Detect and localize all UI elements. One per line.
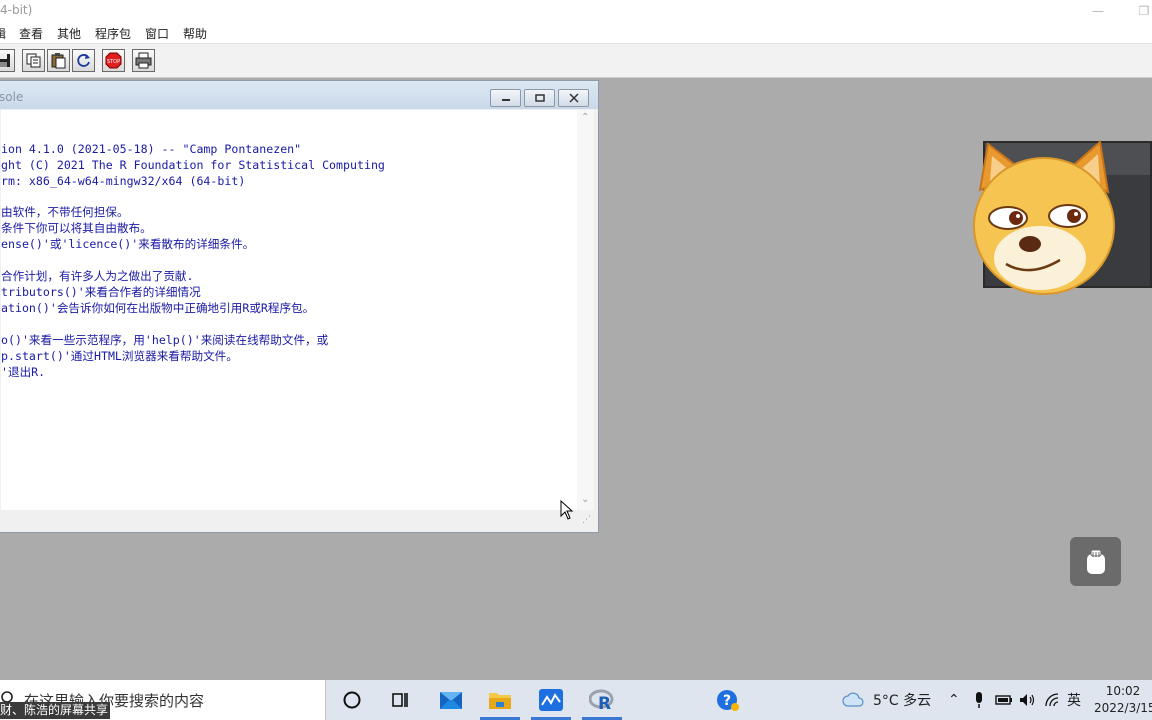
- console-close-button[interactable]: [558, 89, 589, 107]
- chart-app-icon: [539, 689, 563, 711]
- save-icon: [0, 54, 10, 67]
- console-line: o()'来看一些示范程序，用'help()'来阅读在线帮助文件，或: [1, 333, 329, 347]
- cloud-icon: [842, 692, 864, 707]
- scroll-up-icon[interactable]: ⌃: [581, 112, 589, 123]
- r-logo-icon: R: [589, 689, 614, 713]
- console-line: ght (C) 2021 The R Foundation for Statis…: [1, 158, 385, 172]
- copy-icon: [26, 53, 41, 68]
- menu-edit[interactable]: 辑: [0, 25, 6, 42]
- console-horizontal-scrollbar[interactable]: [1, 510, 594, 528]
- maximize-app-button[interactable]: ❐: [1124, 1, 1152, 21]
- weather-widget[interactable]: 5°C 多云: [842, 680, 931, 720]
- scroll-down-icon[interactable]: ⌄: [581, 494, 589, 505]
- console-line: p.start()'通过HTML浏览器来看帮助文件。: [1, 349, 238, 363]
- mouse-cursor-icon: [560, 500, 574, 520]
- save-button[interactable]: [0, 49, 15, 72]
- console-line: tributors()'来看合作者的详细情况: [1, 285, 201, 299]
- stop-button[interactable]: STOP: [102, 49, 125, 72]
- menu-view[interactable]: 查看: [19, 25, 43, 42]
- paste-button[interactable]: [47, 49, 70, 72]
- wifi-icon: [1045, 693, 1059, 707]
- refresh-button[interactable]: [72, 49, 95, 72]
- restore-icon: [534, 94, 545, 102]
- print-icon: [135, 52, 152, 69]
- refresh-icon: [77, 54, 90, 67]
- clock-date: 2022/3/15: [1094, 701, 1152, 715]
- app-title-bar: 4-bit) — ❐: [0, 0, 1152, 22]
- toolbar: STOP: [0, 44, 1152, 78]
- stop-icon: STOP: [105, 52, 122, 69]
- console-line: ion 4.1.0 (2021-05-18) -- "Camp Pontanez…: [1, 142, 302, 156]
- screen-share-label: 财、陈浩的屏幕共享: [0, 702, 111, 719]
- ime-indicator[interactable]: 英: [1067, 680, 1081, 720]
- copy-button[interactable]: [22, 49, 45, 72]
- svg-text:R: R: [598, 694, 611, 713]
- mic-tray-button[interactable]: [973, 680, 985, 720]
- tray-chevron[interactable]: ⌃: [948, 680, 960, 720]
- taskbar: 在这里输入你要搜索的内容 R ? 5°C 多云 ⌃ 英 10:02 2022/3…: [0, 680, 1152, 720]
- menu-windows[interactable]: 窗口: [145, 25, 169, 42]
- mail-app-button[interactable]: [427, 680, 475, 720]
- console-line: 由软件，不带任何担保。: [1, 205, 129, 219]
- console-maximize-button[interactable]: [524, 89, 555, 107]
- minimize-icon: [501, 99, 510, 101]
- task-view-icon: [392, 693, 408, 707]
- console-line: 条件下你可以将其自由散布。: [1, 221, 152, 235]
- close-icon: [568, 93, 579, 103]
- print-button[interactable]: [132, 49, 155, 72]
- console-line: '退出R.: [1, 365, 46, 379]
- svg-text:?: ?: [723, 693, 731, 709]
- file-explorer-button[interactable]: [476, 680, 524, 720]
- minimize-app-button[interactable]: —: [1078, 1, 1118, 21]
- app-title: 4-bit): [0, 3, 33, 17]
- menu-packages[interactable]: 程序包: [95, 25, 131, 42]
- doge-mascot-icon[interactable]: [966, 138, 1118, 298]
- paste-icon: [51, 53, 66, 69]
- console-output[interactable]: ion 4.1.0 (2021-05-18) -- "Camp Pontanez…: [1, 110, 577, 510]
- weather-text: 5°C 多云: [873, 693, 932, 709]
- console-vertical-scrollbar[interactable]: ⌃ ⌄: [577, 110, 594, 510]
- help-app-button[interactable]: ?: [704, 680, 752, 720]
- volume-tray-button[interactable]: [1019, 680, 1037, 720]
- cortana-circle-icon: [343, 691, 361, 709]
- speaker-icon: [1020, 694, 1035, 706]
- menu-help[interactable]: 帮助: [183, 25, 207, 42]
- console-title: sole: [0, 90, 24, 104]
- r-console-window: sole ion 4.1.0 (2021-05-18) -- "Camp Pon…: [0, 80, 599, 533]
- chevron-up-icon: ⌃: [948, 692, 960, 708]
- svg-text:STOP: STOP: [107, 59, 120, 65]
- battery-tray-button[interactable]: [995, 680, 1013, 720]
- console-line: 合作计划，有许多人为之做出了贡献.: [1, 269, 194, 283]
- resize-grip-icon[interactable]: ⋰: [582, 515, 591, 525]
- ime-label: 英: [1067, 693, 1081, 709]
- console-line: ation()'会告诉你如何在出版物中正确地引用R或R程序包。: [1, 301, 315, 315]
- floating-action-button[interactable]: [1070, 537, 1121, 586]
- help-icon: ?: [717, 690, 739, 711]
- menu-bar: 辑 查看 其他 程序包 窗口 帮助: [0, 22, 1152, 44]
- console-line: ense()'或'licence()'来看散布的详细条件。: [1, 237, 255, 251]
- console-line: rm: x86_64-w64-mingw32/x64 (64-bit): [1, 174, 246, 188]
- folder-icon: [489, 693, 511, 709]
- mail-icon: [440, 692, 462, 709]
- console-title-bar[interactable]: sole: [0, 81, 598, 109]
- chart-app-button[interactable]: [527, 680, 575, 720]
- taskbar-clock[interactable]: 10:02 2022/3/15: [1094, 683, 1152, 717]
- r-gui-button[interactable]: R: [578, 680, 626, 720]
- task-view-button[interactable]: [376, 680, 424, 720]
- menu-misc[interactable]: 其他: [57, 25, 81, 42]
- microphone-icon: [976, 692, 982, 708]
- clock-time: 10:02: [1105, 684, 1141, 698]
- cortana-button[interactable]: [328, 680, 376, 720]
- console-minimize-button[interactable]: [490, 89, 521, 107]
- network-tray-button[interactable]: [1044, 680, 1062, 720]
- battery-icon: [995, 695, 1012, 705]
- hand-icon: [1086, 549, 1105, 574]
